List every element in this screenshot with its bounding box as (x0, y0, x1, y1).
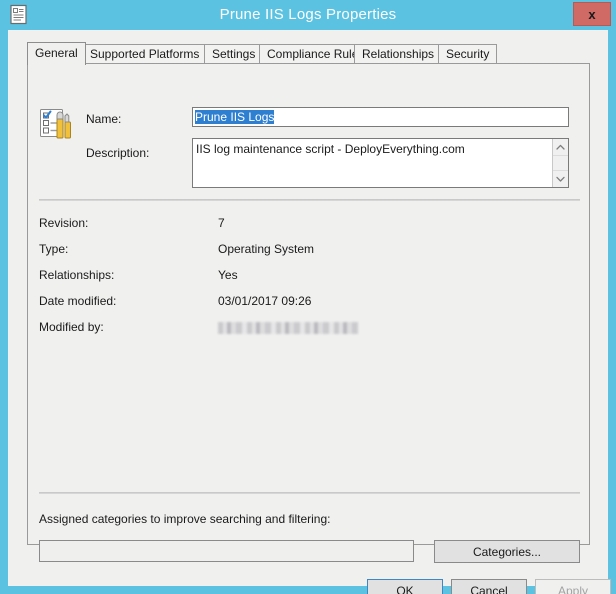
separator-top (39, 199, 580, 201)
description-label: Description: (86, 146, 150, 160)
dialog-client-area: General Supported Platforms Settings Com… (8, 30, 611, 594)
modified-by-label: Modified by: (39, 320, 104, 334)
tab-label: Supported Platforms (90, 47, 200, 61)
configuration-item-icon (38, 106, 74, 142)
description-value: IIS log maintenance script - DeployEvery… (196, 142, 465, 156)
categories-button[interactable]: Categories... (434, 540, 580, 563)
tab-general[interactable]: General (27, 42, 86, 65)
categories-button-label: Categories... (472, 544, 542, 559)
properties-dialog-window: Prune IIS Logs Properties x General Supp… (0, 0, 616, 594)
ok-button[interactable]: OK (367, 579, 443, 594)
close-icon: x (588, 6, 596, 22)
relationships-label: Relationships: (39, 268, 115, 282)
document-properties-icon (8, 4, 29, 25)
close-button[interactable]: x (573, 2, 611, 26)
name-label: Name: (86, 112, 122, 126)
tab-label: Relationships (362, 47, 435, 61)
categories-description: Assigned categories to improve searching… (39, 512, 331, 526)
type-value: Operating System (218, 242, 315, 256)
categories-input[interactable] (39, 540, 414, 562)
revision-label: Revision: (39, 216, 89, 230)
tab-security[interactable]: Security (438, 44, 498, 64)
tab-label: Security (446, 47, 490, 61)
window-title: Prune IIS Logs Properties (219, 6, 397, 23)
ok-button-label: OK (396, 584, 414, 594)
tab-supported-platforms[interactable]: Supported Platforms (82, 44, 208, 64)
date-modified-value: 03/01/2017 09:26 (218, 294, 312, 308)
separator-bottom (39, 492, 580, 494)
tab-settings[interactable]: Settings (204, 44, 264, 64)
description-scrollbar[interactable] (552, 139, 568, 187)
chevron-up-icon[interactable] (553, 139, 568, 156)
tab-strip: General Supported Platforms Settings Com… (27, 42, 590, 65)
cancel-button-label: Cancel (470, 584, 508, 594)
cancel-button[interactable]: Cancel (451, 579, 527, 594)
relationships-value: Yes (218, 268, 238, 282)
apply-button-label: Apply (557, 584, 589, 594)
apply-button: Apply (535, 579, 611, 594)
tab-label: Compliance Rules (267, 47, 365, 61)
name-input[interactable]: Prune IIS Logs (192, 107, 569, 127)
tab-relationships[interactable]: Relationships (354, 44, 443, 64)
tab-label: Settings (212, 47, 256, 61)
description-textarea[interactable]: IIS log maintenance script - DeployEvery… (192, 138, 569, 188)
type-label: Type: (39, 242, 69, 256)
title-bar: Prune IIS Logs Properties x (0, 0, 616, 30)
date-modified-label: Date modified: (39, 294, 117, 308)
tab-panel-general: Name: Prune IIS Logs Description: IIS lo… (27, 63, 590, 563)
modified-by-value-redacted (218, 322, 358, 334)
tab-label: General (35, 46, 78, 60)
chevron-down-icon[interactable] (553, 170, 568, 187)
name-input-value: Prune IIS Logs (195, 110, 275, 124)
revision-value: 7 (218, 216, 225, 230)
